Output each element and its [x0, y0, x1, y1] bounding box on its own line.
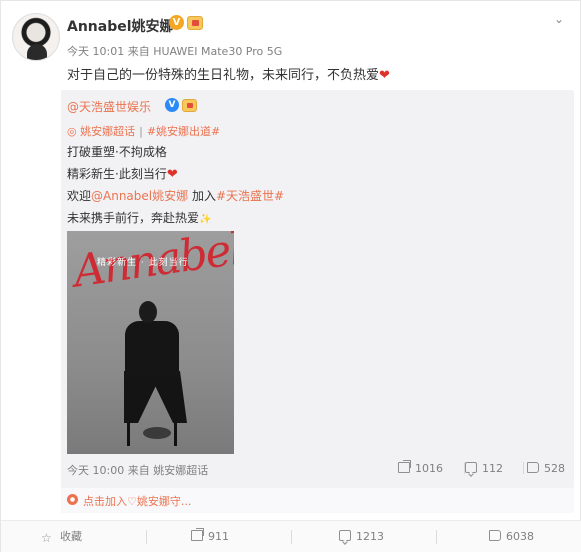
line-prefix: 欢迎 — [67, 189, 92, 203]
repost-button[interactable]: 911 — [191, 528, 229, 544]
supertopic-join-bar[interactable]: 点击加入♡姚安娜守... — [61, 488, 574, 513]
comment-count: 112 — [482, 462, 503, 475]
repost-count: 1016 — [415, 462, 443, 475]
quoted-author[interactable]: @天浩盛世娱乐 — [67, 98, 151, 115]
post-meta: 今天 10:01 来自 HUAWEI Mate30 Pro 5G — [67, 45, 283, 58]
quoted-repost-count[interactable]: 1016 — [398, 460, 443, 475]
weibo-post-card: Annabel姚安娜 V ⌄ 今天 10:01 来自 HUAWEI Mate30… — [0, 0, 581, 552]
quoted-image[interactable]: Annabel 精彩新生 · 此刻当行 — [67, 231, 234, 454]
person-head-shape — [139, 301, 157, 323]
image-tagline: 精彩新生 · 此刻当行 — [97, 258, 189, 268]
heart-emoji-icon: ❤ — [166, 167, 178, 182]
quoted-like-count[interactable]: 528 — [527, 462, 565, 475]
repost-count: 911 — [208, 530, 229, 543]
quoted-line-3: 欢迎@Annabel姚安娜 加入#天浩盛世# — [67, 187, 284, 204]
super-topic-link[interactable]: 姚安娜超话 — [80, 125, 135, 138]
line-mid: 加入 — [188, 189, 216, 203]
repost-icon — [398, 460, 411, 473]
supertopic-join-link[interactable]: 点击加入♡姚安娜守... — [83, 493, 191, 509]
like-icon — [527, 462, 539, 473]
favorite-button[interactable]: ☆ 收藏 — [41, 530, 82, 545]
quoted-line-2-text: 精彩新生·此刻当行 — [67, 167, 167, 181]
quoted-line-4: 未来携手前行，奔赴热爱✨ — [67, 209, 211, 226]
quoted-topics: ◎ 姚安娜超话 | #姚安娜出道# — [67, 123, 220, 139]
action-bar: ☆ 收藏 911 1213 6038 — [1, 520, 581, 552]
mention-link[interactable]: @Annabel姚安娜 — [91, 189, 188, 203]
person-body-shape — [125, 321, 179, 377]
like-count: 528 — [544, 462, 565, 475]
verified-badge-icon: V — [169, 15, 184, 30]
member-badge-icon — [182, 99, 197, 112]
comment-button[interactable]: 1213 — [339, 530, 384, 544]
like-icon — [489, 530, 501, 541]
favorite-label: 收藏 — [60, 530, 82, 543]
heart-emoji-icon: ❤ — [379, 68, 390, 83]
quoted-comment-count[interactable]: 112 — [465, 462, 503, 475]
quoted-footer-meta: 今天 10:00 来自 姚安娜超话 — [67, 464, 209, 477]
verified-badge-icon: V — [165, 98, 179, 112]
super-topic-icon: ◎ — [67, 125, 77, 138]
comment-icon — [339, 530, 351, 541]
action-divider — [291, 530, 292, 544]
like-button[interactable]: 6038 — [489, 530, 534, 544]
post-text-content: 对于自己的一份特殊的生日礼物，未来同行，不负热爱 — [67, 68, 380, 83]
chevron-down-icon[interactable]: ⌄ — [554, 12, 564, 26]
action-divider — [436, 530, 437, 544]
sparkle-emoji-icon: ✨ — [199, 214, 212, 225]
flower-icon — [67, 494, 78, 505]
topic-tag-link[interactable]: #姚安娜出道# — [147, 125, 220, 138]
divider: | — [139, 125, 143, 138]
hashtag-link[interactable]: #天浩盛世# — [216, 189, 284, 203]
quoted-line-4-text: 未来携手前行，奔赴热爱 — [67, 211, 200, 225]
comment-icon — [465, 462, 477, 473]
star-icon: ☆ — [41, 531, 52, 545]
username[interactable]: Annabel姚安娜 — [67, 16, 174, 36]
repost-icon — [191, 528, 204, 541]
flowers-shape — [143, 427, 171, 439]
quoted-line-2: 精彩新生·此刻当行❤ — [67, 165, 178, 182]
quoted-line-1: 打破重塑·不拘成格 — [67, 145, 167, 159]
action-divider — [146, 530, 147, 544]
comment-count: 1213 — [356, 530, 384, 543]
member-badge-icon — [187, 16, 203, 30]
post-text: 对于自己的一份特殊的生日礼物，未来同行，不负热爱❤ — [67, 64, 390, 83]
like-count: 6038 — [506, 530, 534, 543]
avatar[interactable] — [12, 13, 60, 61]
quoted-post[interactable]: @天浩盛世娱乐 V ◎ 姚安娜超话 | #姚安娜出道# 打破重塑·不拘成格 精彩新生… — [61, 90, 574, 488]
